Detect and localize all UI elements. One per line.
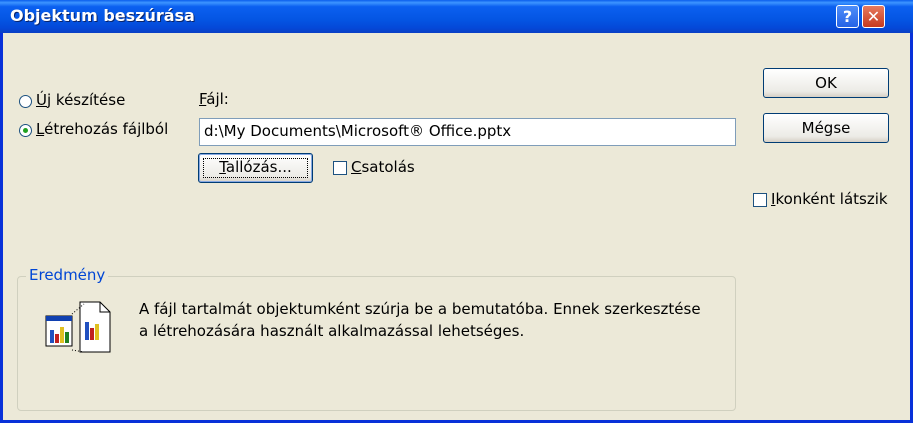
create-new-radio[interactable] (19, 95, 32, 108)
result-groupbox (17, 276, 736, 411)
result-description-line: A fájl tartalmát objektumként szúrja be … (139, 300, 701, 318)
create-new-label[interactable]: Új készítése (36, 91, 125, 109)
dialog-title: Objektum beszúrása (10, 6, 195, 25)
cancel-button[interactable]: Mégse (763, 113, 889, 143)
embedded-chart-object-icon (44, 300, 112, 360)
help-button[interactable]: ? (836, 5, 859, 28)
ok-button[interactable]: OK (763, 68, 889, 98)
close-button[interactable]: ✕ (862, 5, 885, 28)
display-as-icon-label[interactable]: Ikonként látszik (771, 190, 888, 208)
result-group-label: Eredmény (26, 266, 109, 284)
display-as-icon-checkbox[interactable] (753, 193, 767, 207)
result-description-line: a létrehozására használt alkalmazással l… (139, 322, 525, 340)
create-from-file-label[interactable]: Létrehozás fájlból (36, 120, 168, 138)
link-label[interactable]: Csatolás (351, 158, 415, 176)
focus-rectangle (203, 158, 308, 178)
create-from-file-radio[interactable] (19, 124, 32, 137)
link-checkbox[interactable] (333, 161, 347, 175)
browse-button[interactable]: Tallózás... (198, 153, 313, 183)
file-label: Fájl: (199, 90, 229, 108)
result-description: A fájl tartalmát objektumként szúrja be … (139, 298, 701, 342)
title-bar[interactable]: Objektum beszúrása ? ✕ (0, 0, 913, 33)
radio-selected-dot (23, 128, 28, 133)
file-path-input[interactable]: d:\My Documents\Microsoft® Office.pptx (199, 118, 736, 146)
